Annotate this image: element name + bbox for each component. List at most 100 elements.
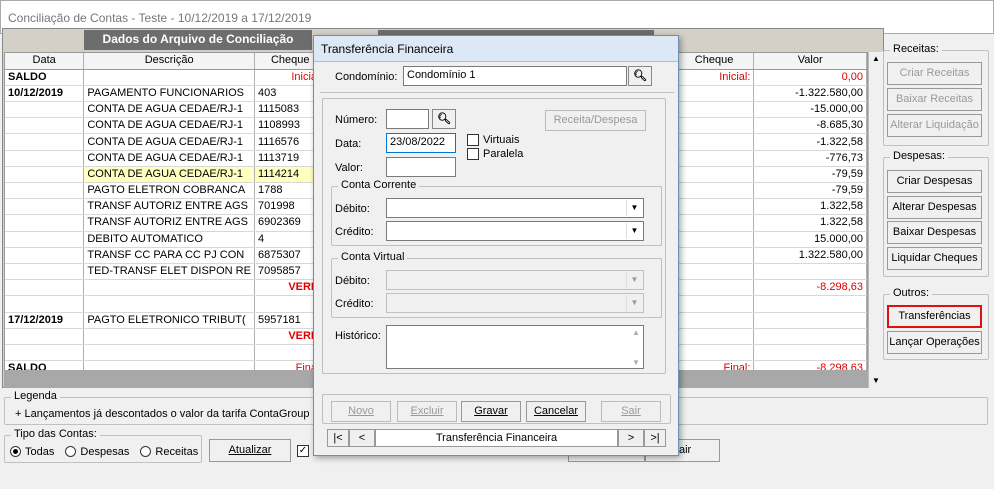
baixar-despesas-button[interactable]: Baixar Despesas bbox=[887, 221, 982, 244]
cell-data bbox=[5, 263, 85, 281]
data-field[interactable]: 23/08/2022 bbox=[386, 133, 456, 153]
cell-valor bbox=[753, 312, 867, 329]
cell-descricao bbox=[83, 295, 255, 313]
cell-valor bbox=[753, 328, 867, 345]
condominio-search-icon[interactable]: 🔍︎ bbox=[628, 66, 652, 86]
radio-despesas-icon[interactable] bbox=[65, 446, 77, 457]
cell-data: SALDO bbox=[5, 69, 85, 86]
chevron-down-icon[interactable]: ▼ bbox=[626, 272, 642, 288]
conta-virtual-title: Conta Virtual bbox=[338, 251, 408, 263]
cell-valor: -8.685,30 bbox=[753, 117, 867, 135]
cell-valor: 1.322,58 bbox=[753, 198, 867, 216]
atualizar-button[interactable]: Atualizar bbox=[209, 439, 291, 462]
cell-descricao: PAGTO ELETRON COBRANCA bbox=[83, 182, 255, 200]
radio-todas[interactable]: Todas bbox=[10, 446, 54, 458]
cell-valor: 15.000,00 bbox=[753, 231, 867, 248]
criar-despesas-button[interactable]: Criar Despesas bbox=[887, 170, 982, 193]
radio-receitas[interactable]: Receitas bbox=[140, 446, 198, 458]
cell-cheque-2 bbox=[674, 117, 755, 135]
radio-despesas-label: Despesas bbox=[80, 446, 130, 458]
transfer-dialog: Transferência Financeira Condomínio: Con… bbox=[313, 35, 679, 456]
cell-descricao: TRANSF AUTORIZ ENTRE AGS bbox=[83, 214, 255, 232]
cc-debito-label: Débito: bbox=[335, 203, 370, 215]
alterar-liquidacao-button[interactable]: Alterar Liquidação bbox=[887, 114, 982, 137]
nav-first-button[interactable]: |< bbox=[327, 429, 349, 447]
numero-field[interactable] bbox=[386, 109, 429, 129]
cell-valor bbox=[753, 263, 867, 281]
radio-receitas-icon[interactable] bbox=[140, 446, 152, 457]
cell-valor: -776,73 bbox=[753, 150, 867, 167]
cc-credito-select[interactable]: ▼ bbox=[386, 221, 644, 241]
header-cheque-2[interactable]: Cheque bbox=[674, 53, 755, 70]
receitas-label: Receitas: bbox=[890, 43, 942, 55]
conta-corrente-title: Conta Corrente bbox=[338, 179, 420, 191]
cc-debito-select[interactable]: ▼ bbox=[386, 198, 644, 218]
data-label: Data: bbox=[335, 138, 362, 150]
cell-descricao bbox=[83, 328, 255, 345]
condominio-label: Condomínio: bbox=[335, 71, 398, 83]
cell-descricao: CONTA DE AGUA CEDAE/RJ-1 bbox=[83, 150, 255, 167]
historico-scroll-down-icon[interactable]: ▼ bbox=[632, 358, 640, 367]
historico-textarea[interactable] bbox=[386, 325, 644, 369]
liquidar-cheques-button[interactable]: Liquidar Cheques bbox=[887, 247, 982, 270]
virtuais-checkbox[interactable] bbox=[467, 134, 479, 146]
alterar-despesas-button[interactable]: Alterar Despesas bbox=[887, 196, 982, 219]
cell-cheque-2 bbox=[674, 198, 755, 216]
transferencias-button[interactable]: Transferências bbox=[887, 305, 982, 328]
cell-cheque-2 bbox=[674, 312, 755, 329]
header-data[interactable]: Data bbox=[5, 53, 85, 70]
cell-cheque-2 bbox=[674, 295, 755, 313]
historico-scroll-up-icon[interactable]: ▲ bbox=[632, 328, 640, 337]
cell-cheque-2 bbox=[674, 231, 755, 248]
receita-despesa-button[interactable]: Receita/Despesa bbox=[545, 110, 646, 131]
cell-cheque-2 bbox=[674, 150, 755, 167]
legend-title: Legenda bbox=[11, 390, 60, 402]
numero-search-icon[interactable]: 🔍︎ bbox=[432, 109, 456, 129]
cv-debito-select[interactable]: ▼ bbox=[386, 270, 644, 290]
legend-text: + Lançamentos já descontados o valor da … bbox=[15, 408, 310, 420]
options-checkbox[interactable]: ✓ bbox=[297, 445, 309, 457]
scroll-up-icon[interactable]: ▲ bbox=[872, 54, 880, 63]
gravar-button[interactable]: Gravar bbox=[461, 401, 521, 422]
condominio-field[interactable]: Condomínio 1 bbox=[403, 66, 627, 86]
cv-credito-select[interactable]: ▼ bbox=[386, 293, 644, 313]
outros-label: Outros: bbox=[890, 287, 933, 299]
nav-prev-button[interactable]: < bbox=[349, 429, 375, 447]
cell-descricao: CONTA DE AGUA CEDAE/RJ-1 bbox=[83, 166, 255, 184]
valor-field[interactable] bbox=[386, 157, 456, 177]
scroll-down-icon[interactable]: ▼ bbox=[872, 376, 880, 385]
chevron-down-icon[interactable]: ▼ bbox=[626, 223, 642, 239]
paralela-checkbox[interactable] bbox=[467, 148, 479, 160]
cell-cheque-2 bbox=[674, 133, 755, 151]
lancar-operacoes-button[interactable]: Lançar Operações bbox=[887, 331, 982, 354]
cell-data bbox=[5, 214, 85, 232]
cell-cheque-2 bbox=[674, 263, 755, 281]
header-valor[interactable]: Valor bbox=[753, 53, 867, 70]
chevron-down-icon[interactable]: ▼ bbox=[626, 295, 642, 311]
excluir-button[interactable]: Excluir bbox=[397, 401, 457, 422]
left-panel-header: Dados do Arquivo de Conciliação bbox=[84, 30, 312, 50]
nav-last-button[interactable]: >| bbox=[644, 429, 666, 447]
valor-label: Valor: bbox=[335, 162, 363, 174]
cell-valor: -15.000,00 bbox=[753, 101, 867, 119]
chevron-down-icon[interactable]: ▼ bbox=[626, 200, 642, 216]
tipo-contas-title: Tipo das Contas: bbox=[11, 428, 100, 440]
novo-button[interactable]: Novo bbox=[331, 401, 391, 422]
cell-valor: 1.322,58 bbox=[753, 214, 867, 232]
cell-data bbox=[5, 279, 85, 297]
dialog-sair-button[interactable]: Sair bbox=[601, 401, 661, 422]
grid-scrollbar[interactable]: ▲ ▼ bbox=[868, 52, 884, 388]
cancelar-button[interactable]: Cancelar bbox=[526, 401, 586, 422]
cell-valor: -79,59 bbox=[753, 182, 867, 200]
nav-next-button[interactable]: > bbox=[618, 429, 644, 447]
criar-receitas-button[interactable]: Criar Receitas bbox=[887, 62, 982, 85]
radio-todas-icon[interactable] bbox=[10, 446, 21, 457]
cell-data bbox=[5, 166, 85, 184]
cell-data bbox=[5, 328, 85, 345]
cell-cheque-2 bbox=[674, 166, 755, 184]
cell-data: 10/12/2019 bbox=[5, 85, 85, 103]
radio-despesas[interactable]: Despesas bbox=[65, 446, 129, 458]
header-descricao[interactable]: Descrição bbox=[83, 53, 255, 70]
baixar-receitas-button[interactable]: Baixar Receitas bbox=[887, 88, 982, 111]
cell-valor: -8.298,63 bbox=[753, 279, 867, 297]
